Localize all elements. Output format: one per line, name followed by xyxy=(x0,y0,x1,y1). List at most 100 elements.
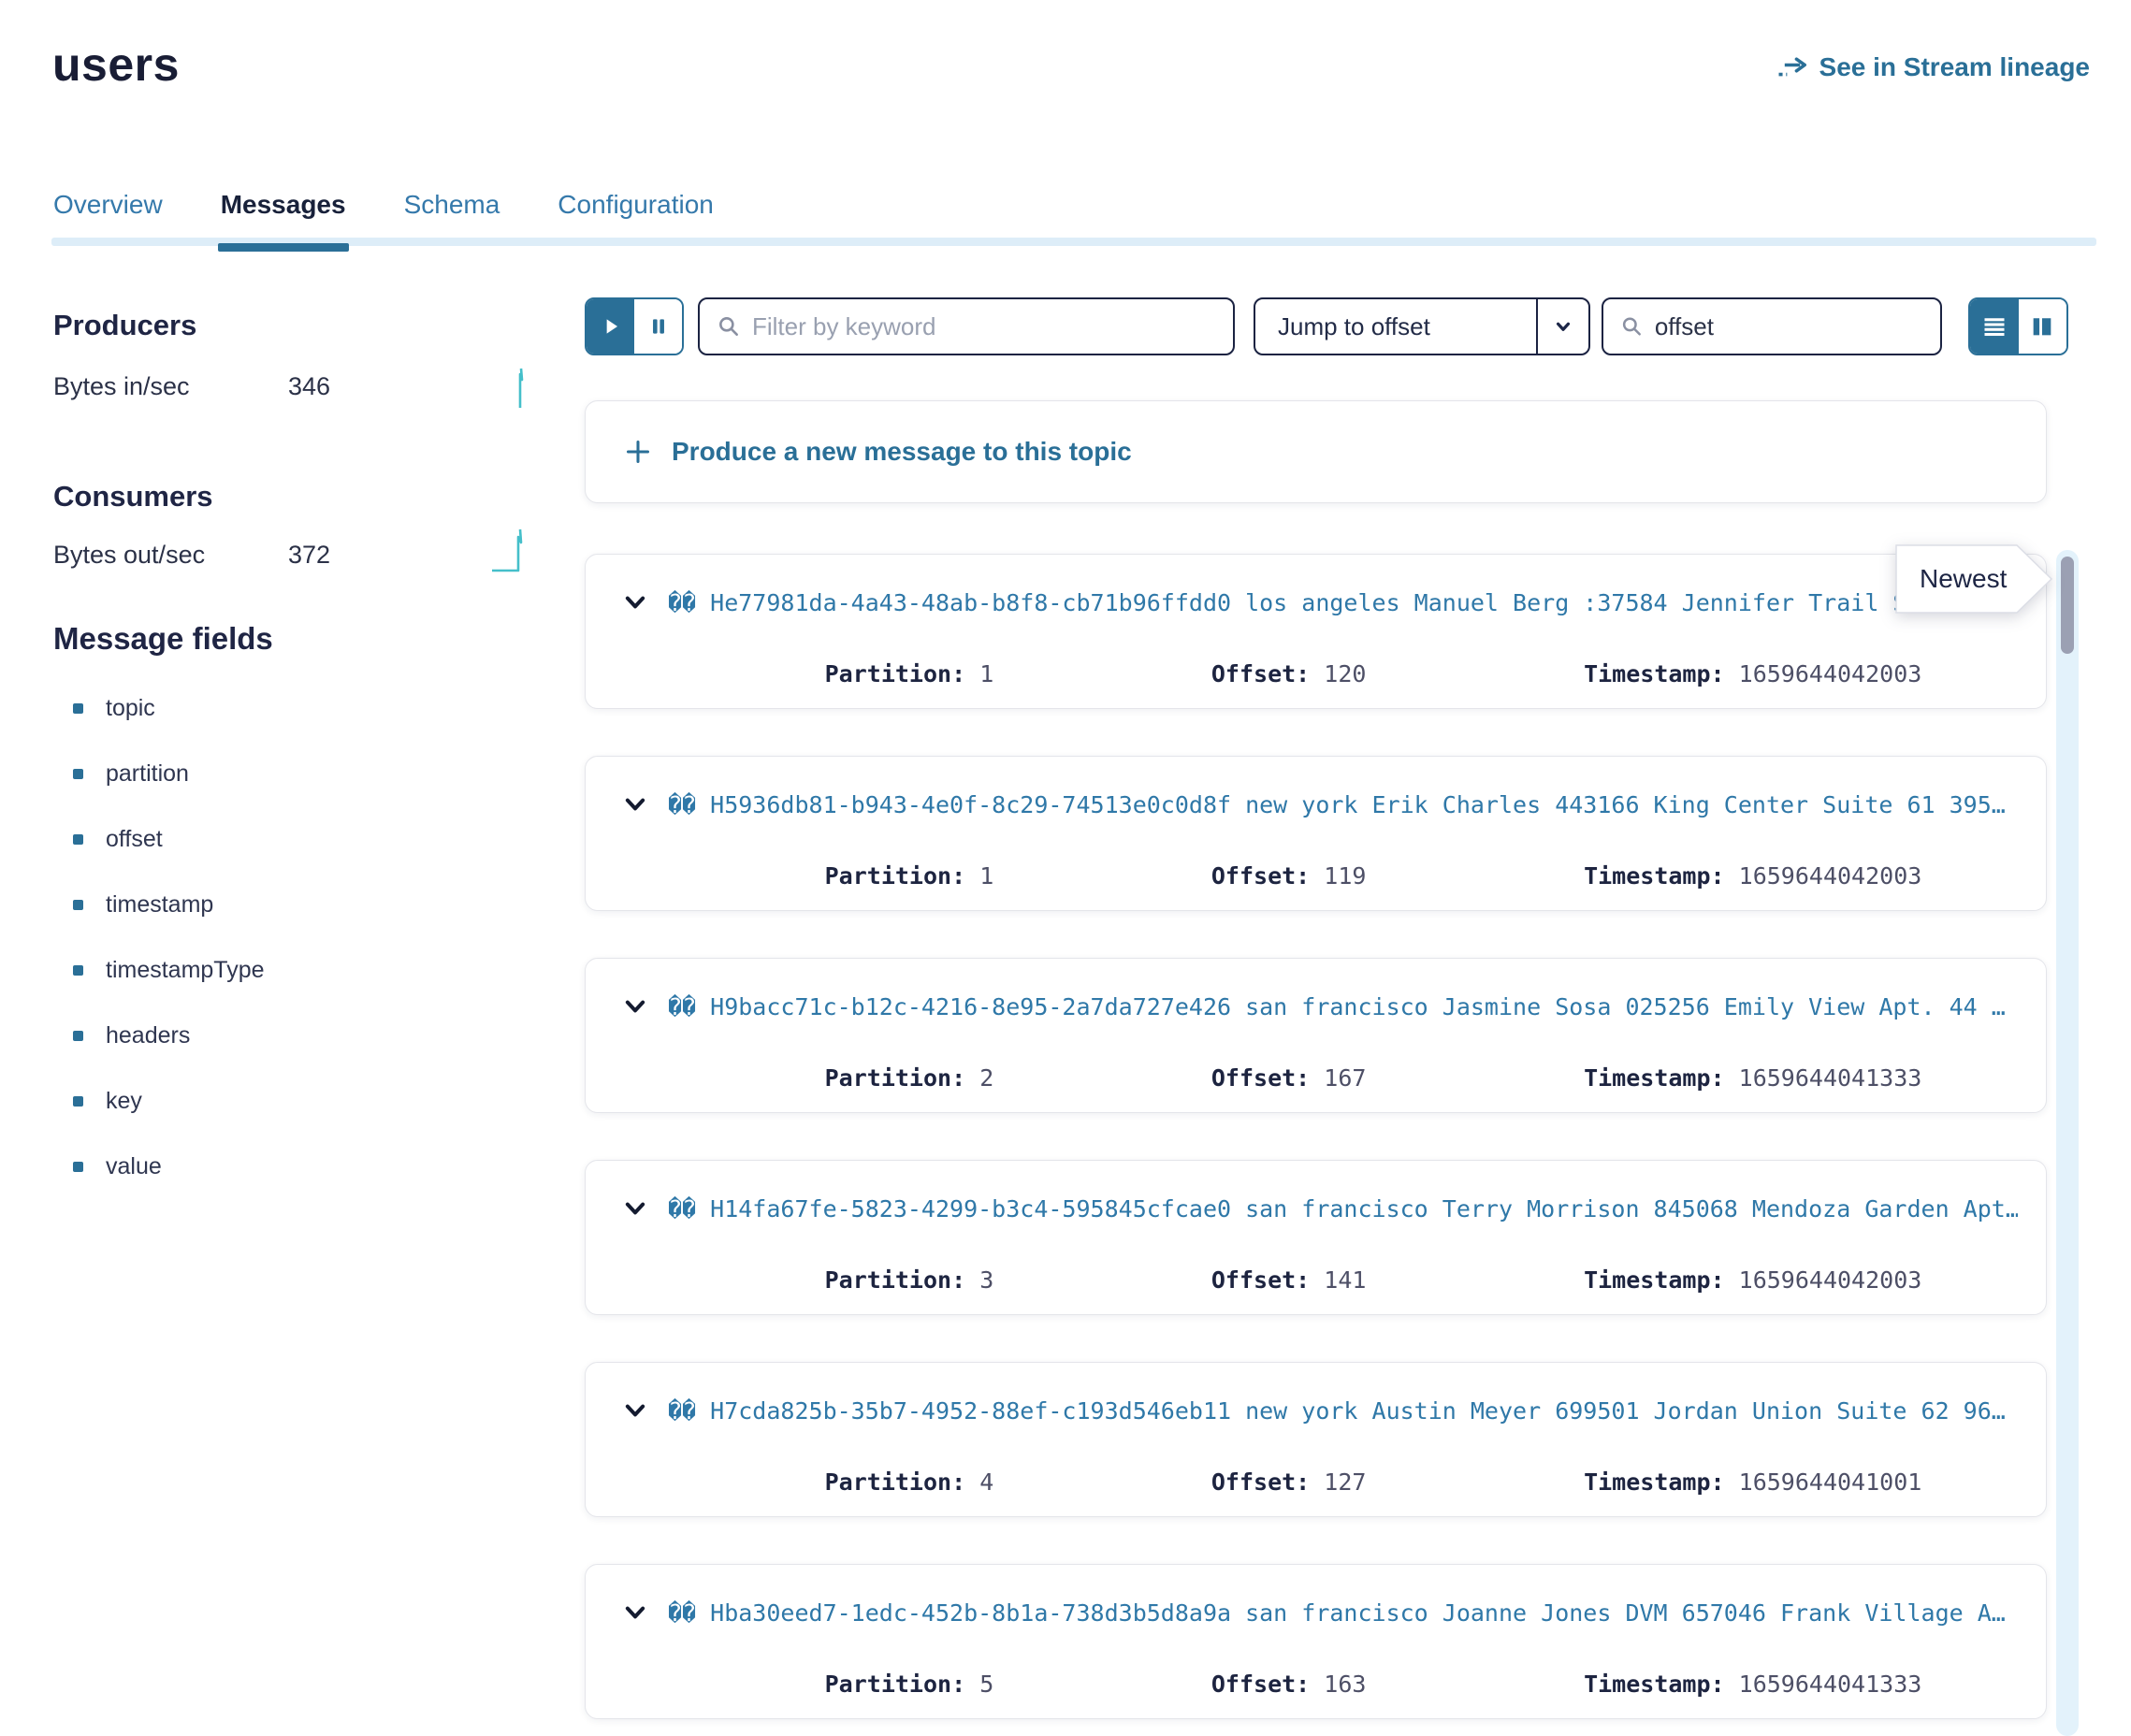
message-row[interactable]: �� He77981da-4a43-48ab-b8f8-cb71b96ffdd0… xyxy=(585,554,2047,709)
filter-keyword-input[interactable] xyxy=(752,312,1216,341)
message-row[interactable]: �� H14fa67fe-5823-4299-b3c4-595845cfcae0… xyxy=(585,1160,2047,1315)
partition-value: 4 xyxy=(965,1468,993,1496)
newest-tooltip-label: Newest xyxy=(1920,564,2007,594)
message-row[interactable]: �� H9bacc71c-b12c-4216-8e95-2a7da727e426… xyxy=(585,958,2047,1113)
offset-value: 119 xyxy=(1310,862,1366,890)
field-bullet-icon xyxy=(73,834,83,845)
offset-value: 127 xyxy=(1310,1468,1366,1496)
partition-label: Partition: xyxy=(825,1468,966,1496)
tab[interactable]: Messages xyxy=(221,190,346,244)
list-view-button[interactable] xyxy=(1970,299,2019,354)
expand-chevron-icon[interactable] xyxy=(621,1194,649,1222)
message-field-item: timestampType xyxy=(73,937,265,1003)
chevron-down-icon xyxy=(1551,314,1575,339)
field-bullet-icon xyxy=(73,703,83,714)
view-mode-toggle xyxy=(1968,297,2068,355)
field-label: value xyxy=(106,1153,162,1180)
field-label: topic xyxy=(106,695,155,722)
tabbar: Overview Messages Schema Configuration xyxy=(53,190,714,244)
message-fields-heading: Message fields xyxy=(53,621,273,657)
partition-label: Partition: xyxy=(825,1671,966,1698)
message-field-item: topic xyxy=(73,675,265,741)
offset-label: Offset: xyxy=(1211,1671,1310,1698)
field-label: timestampType xyxy=(106,957,265,984)
message-field-item: offset xyxy=(73,806,265,872)
message-field-item: value xyxy=(73,1134,265,1199)
filter-keyword-field xyxy=(698,297,1235,355)
split-view-icon xyxy=(2029,313,2055,340)
timestamp-label: Timestamp: xyxy=(1584,660,1725,687)
message-meta: Partition: 4 Offset: 127 Timestamp: 1659… xyxy=(656,1441,2046,1517)
field-label: partition xyxy=(106,760,189,788)
field-bullet-icon xyxy=(73,1162,83,1172)
split-view-button[interactable] xyxy=(2019,299,2067,354)
field-label: timestamp xyxy=(106,891,213,919)
bytes-in-sparkline xyxy=(505,365,537,412)
message-value-preview: new york Erik Charles 443166 King Center… xyxy=(1245,791,2006,818)
message-value-preview: los angeles Manuel Berg :37584 Jennifer … xyxy=(1245,589,1906,616)
message-field-item: headers xyxy=(73,1003,265,1068)
offset-label: Offset: xyxy=(1211,1468,1310,1496)
field-label: offset xyxy=(106,826,163,853)
message-key: �� H7cda825b-35b7-4952-88ef-c193d546eb11 xyxy=(668,1397,1231,1425)
jump-to-offset-select[interactable]: Jump to offset xyxy=(1254,297,1590,355)
produce-message-button[interactable]: Produce a new message to this topic xyxy=(585,400,2047,503)
message-row[interactable]: �� H5936db81-b943-4e0f-8c29-74513e0c0d8f… xyxy=(585,756,2047,911)
partition-value: 1 xyxy=(965,660,993,687)
field-bullet-icon xyxy=(73,769,83,779)
offset-value: 163 xyxy=(1310,1671,1366,1698)
expand-chevron-icon[interactable] xyxy=(621,1396,649,1425)
offset-label: Offset: xyxy=(1211,1266,1310,1294)
list-view-icon xyxy=(1981,313,2008,340)
expand-chevron-icon[interactable] xyxy=(621,992,649,1020)
pause-button[interactable] xyxy=(634,299,682,354)
tab[interactable]: Configuration xyxy=(558,190,714,244)
offset-value: 120 xyxy=(1310,660,1366,687)
scrollbar-thumb[interactable] xyxy=(2061,557,2074,654)
pause-icon xyxy=(646,314,671,339)
offset-search-input[interactable] xyxy=(1655,312,1923,341)
field-bullet-icon xyxy=(73,900,83,910)
partition-label: Partition: xyxy=(825,1266,966,1294)
expand-chevron-icon[interactable] xyxy=(621,1599,649,1627)
see-in-stream-lineage-link[interactable]: See in Stream lineage xyxy=(1776,52,2090,82)
message-field-item: timestamp xyxy=(73,872,265,937)
bytes-out-label: Bytes out/sec xyxy=(53,541,205,570)
timestamp-value: 1659644042003 xyxy=(1725,862,1922,890)
tab[interactable]: Schema xyxy=(404,190,500,244)
page-title: users xyxy=(52,37,180,92)
lineage-arrow-icon xyxy=(1776,54,1808,80)
expand-chevron-icon[interactable] xyxy=(621,790,649,818)
search-icon xyxy=(717,313,741,340)
partition-value: 2 xyxy=(965,1064,993,1092)
message-row[interactable]: �� Hba30eed7-1edc-452b-8b1a-738d3b5d8a9a… xyxy=(585,1564,2047,1719)
field-label: key xyxy=(106,1088,142,1115)
message-row[interactable]: �� H7cda825b-35b7-4952-88ef-c193d546eb11… xyxy=(585,1362,2047,1517)
play-button[interactable] xyxy=(587,299,634,354)
producers-heading: Producers xyxy=(53,309,196,342)
search-icon xyxy=(1620,313,1644,340)
partition-value: 5 xyxy=(965,1671,993,1698)
partition-label: Partition: xyxy=(825,862,966,890)
field-label: headers xyxy=(106,1022,190,1049)
timestamp-value: 1659644041333 xyxy=(1725,1671,1922,1698)
newest-tooltip: Newest xyxy=(1895,544,2054,614)
bytes-in-value: 346 xyxy=(288,372,330,401)
message-meta: Partition: 1 Offset: 120 Timestamp: 1659… xyxy=(656,633,2046,709)
offset-label: Offset: xyxy=(1211,862,1310,890)
offset-value: 167 xyxy=(1310,1064,1366,1092)
message-fields-list: topic partition offset timestamp timesta… xyxy=(73,675,265,1199)
timestamp-label: Timestamp: xyxy=(1584,1266,1725,1294)
select-chevron-segment[interactable] xyxy=(1536,299,1588,354)
bytes-out-sparkline xyxy=(490,524,531,576)
expand-chevron-icon[interactable] xyxy=(621,588,649,616)
produce-message-label: Produce a new message to this topic xyxy=(672,437,1132,467)
offset-value: 141 xyxy=(1310,1266,1366,1294)
message-list: �� He77981da-4a43-48ab-b8f8-cb71b96ffdd0… xyxy=(585,554,2047,1736)
scrollbar-track[interactable] xyxy=(2056,550,2079,1736)
message-key: �� He77981da-4a43-48ab-b8f8-cb71b96ffdd0 xyxy=(668,589,1231,616)
partition-label: Partition: xyxy=(825,1064,966,1092)
timestamp-label: Timestamp: xyxy=(1584,1064,1725,1092)
tab[interactable]: Overview xyxy=(53,190,163,244)
topic-messages-page: users See in Stream lineage Overview Mes… xyxy=(0,0,2131,1736)
